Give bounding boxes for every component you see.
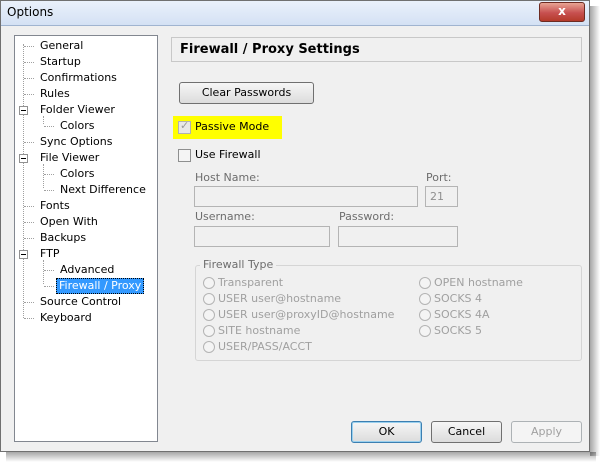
radio-site-hostname[interactable] <box>203 325 215 337</box>
tree-connector <box>44 286 54 287</box>
close-button[interactable]: x <box>539 2 585 22</box>
radio-user-hostname-label: USER user@hostname <box>218 292 342 305</box>
radio-transparent-label: Transparent <box>218 276 284 289</box>
tree-item-folder-viewer[interactable]: Folder Viewer <box>38 102 117 118</box>
tree-connector <box>24 302 34 303</box>
title-bar[interactable]: Options x <box>1 1 589 26</box>
options-dialog: Options x General Startup Confirmations … <box>0 0 590 452</box>
tree-item-ftp[interactable]: FTP <box>38 246 62 262</box>
radio-user-pass-acct[interactable] <box>203 341 215 353</box>
apply-button[interactable]: Apply <box>511 421 582 443</box>
tree-item-source-control[interactable]: Source Control <box>38 294 123 310</box>
host-name-label: Host Name: <box>195 171 260 184</box>
tree-connector <box>24 222 34 223</box>
page-title: Firewall / Proxy Settings <box>180 42 360 57</box>
username-label: Username: <box>195 210 255 223</box>
radio-user-pass-acct-label: USER/PASS/ACCT <box>218 340 312 353</box>
tree-connector <box>24 78 34 79</box>
tree-connector <box>24 318 34 319</box>
cancel-button[interactable]: Cancel <box>431 421 502 443</box>
window-shadow <box>590 6 600 456</box>
firewall-type-label: Firewall Type <box>200 258 277 271</box>
ok-button[interactable]: OK <box>351 421 422 443</box>
use-firewall-label: Use Firewall <box>195 148 261 161</box>
tree-item-confirmations[interactable]: Confirmations <box>38 70 119 86</box>
password-label: Password: <box>339 210 395 223</box>
radio-socks4a[interactable] <box>419 309 431 321</box>
tree-connector <box>24 62 34 63</box>
close-icon: x <box>558 4 566 18</box>
radio-transparent[interactable] <box>203 277 215 289</box>
tree-connector <box>44 174 54 175</box>
tree-item-fonts[interactable]: Fonts <box>38 198 72 214</box>
tree-connector <box>43 260 44 284</box>
radio-user-proxyid[interactable] <box>203 309 215 321</box>
tree-connector <box>24 238 34 239</box>
tree-item-general[interactable]: General <box>38 38 85 54</box>
port-field[interactable]: 21 <box>425 186 458 207</box>
tree-connector <box>44 126 54 127</box>
tree-connector <box>24 46 34 47</box>
radio-socks4a-label: SOCKS 4A <box>434 308 490 321</box>
use-firewall-checkbox[interactable] <box>178 149 191 162</box>
password-field[interactable] <box>338 226 458 247</box>
tree-item-folder-viewer-colors[interactable]: Colors <box>58 118 96 134</box>
port-label: Port: <box>426 171 452 184</box>
tree-item-file-viewer-colors[interactable]: Colors <box>58 166 96 182</box>
radio-open-hostname-label: OPEN hostname <box>434 276 523 289</box>
collapse-icon[interactable] <box>19 154 28 163</box>
tree-item-open-with[interactable]: Open With <box>38 214 100 230</box>
tree-item-rules[interactable]: Rules <box>38 86 72 102</box>
username-field[interactable] <box>194 226 330 247</box>
tree-connector <box>24 206 34 207</box>
tree-item-sync-options[interactable]: Sync Options <box>38 134 114 150</box>
window-shadow <box>6 452 596 462</box>
tree-item-firewall-proxy[interactable]: Firewall / Proxy <box>56 278 145 294</box>
radio-user-hostname[interactable] <box>203 293 215 305</box>
radio-site-hostname-label: SITE hostname <box>218 324 301 337</box>
tree-item-startup[interactable]: Startup <box>38 54 83 70</box>
collapse-icon[interactable] <box>19 106 28 115</box>
tree-item-next-difference[interactable]: Next Difference <box>58 182 148 198</box>
tree-connector <box>44 190 54 191</box>
window-title: Options <box>7 5 54 19</box>
radio-socks4-label: SOCKS 4 <box>434 292 483 305</box>
radio-socks5-label: SOCKS 5 <box>434 324 483 337</box>
tree-item-keyboard[interactable]: Keyboard <box>38 310 94 326</box>
tree-connector <box>24 142 34 143</box>
tree-item-backups[interactable]: Backups <box>38 230 88 246</box>
clear-passwords-button[interactable]: Clear Passwords <box>179 82 314 104</box>
tree-item-advanced[interactable]: Advanced <box>58 262 116 278</box>
passive-mode-label: Passive Mode <box>195 120 270 133</box>
tree-connector <box>24 94 34 95</box>
radio-open-hostname[interactable] <box>419 277 431 289</box>
tree-item-file-viewer[interactable]: File Viewer <box>38 150 101 166</box>
collapse-icon[interactable] <box>19 250 28 259</box>
panel-header: Firewall / Proxy Settings <box>171 37 582 62</box>
passive-mode-checkbox[interactable] <box>178 119 191 134</box>
tree-connector <box>43 164 44 188</box>
radio-user-proxyid-label: USER user@proxyID@hostname <box>218 308 395 321</box>
radio-socks5[interactable] <box>419 325 431 337</box>
host-name-field[interactable] <box>194 186 418 207</box>
radio-socks4[interactable] <box>419 293 431 305</box>
tree-connector <box>23 44 24 318</box>
tree-connector <box>44 270 54 271</box>
options-tree: General Startup Confirmations Rules Fold… <box>14 35 158 442</box>
